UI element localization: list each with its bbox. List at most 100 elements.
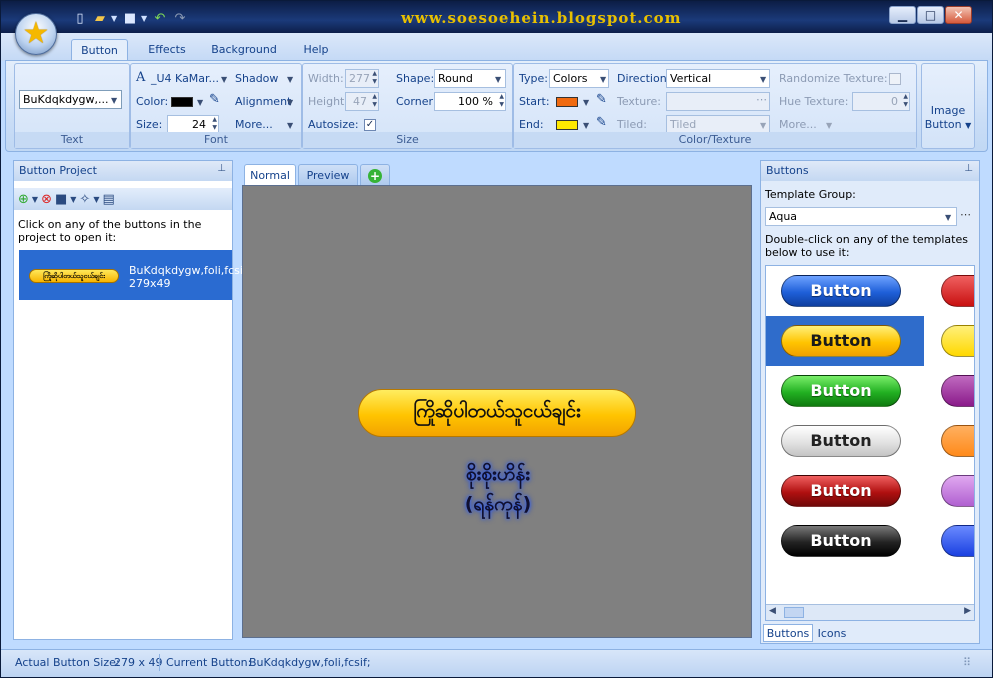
add-icon[interactable]: ⊕ xyxy=(18,192,29,207)
chevron-down-icon[interactable]: ▼ xyxy=(70,195,76,204)
save-icon[interactable]: ■ xyxy=(121,9,139,27)
type-value: Colors xyxy=(553,72,588,85)
tab-icons[interactable]: Icons xyxy=(815,625,849,642)
scroll-left-icon[interactable]: ◀ xyxy=(769,606,776,616)
autosize-checkbox[interactable]: ✓ xyxy=(364,119,376,131)
resize-grip-icon[interactable]: ⠿ xyxy=(963,656,971,669)
template-red[interactable]: Button xyxy=(781,475,901,507)
tab-effects[interactable]: Effects xyxy=(137,39,197,61)
close-button[interactable]: ✕ xyxy=(945,6,972,24)
font-color-swatch[interactable] xyxy=(171,97,193,107)
tab-button[interactable]: Button xyxy=(71,39,128,61)
start-color-swatch[interactable] xyxy=(556,97,578,107)
maximize-button[interactable]: □ xyxy=(917,6,944,24)
buttons-panel: Buttons ⊥ Template Group: Aqua ▼ ⋯ Double… xyxy=(760,160,980,644)
font-name-combo[interactable]: _U4 KaMar... xyxy=(151,72,219,85)
direction-combo[interactable]: Vertical xyxy=(666,69,770,88)
designed-button[interactable]: ကြိုဆိုပါတယ်သူငယ်ချင်း xyxy=(358,389,636,437)
template-green[interactable]: Button xyxy=(781,375,901,407)
scroll-right-icon[interactable]: ▶ xyxy=(964,606,971,616)
open-folder-icon[interactable]: ▰ xyxy=(91,9,109,27)
chevron-down-icon: ▼ xyxy=(760,75,767,84)
template-red-partial[interactable] xyxy=(941,275,974,307)
spinner-icon[interactable]: ▲ ▼ xyxy=(372,70,377,86)
color-texture-group-caption: Color/Texture xyxy=(514,132,916,148)
tab-background[interactable]: Background xyxy=(206,39,282,61)
chevron-down-icon: ▼ xyxy=(287,75,294,84)
new-file-icon[interactable]: ▯ xyxy=(71,9,89,27)
magic-wand-icon[interactable]: ✧ xyxy=(79,192,90,207)
spinner-icon[interactable]: ▲ ▼ xyxy=(499,93,504,109)
alignment-button[interactable]: Alignment xyxy=(235,95,291,108)
text-value-combo[interactable]: BuKdqkdygw,... xyxy=(19,90,122,109)
template-group-combo[interactable]: Aqua xyxy=(765,207,957,226)
corner-label: Corner: xyxy=(396,95,437,108)
spinner-icon[interactable]: ▲ ▼ xyxy=(903,93,908,109)
template-yellow[interactable]: Button xyxy=(781,325,901,357)
spinner-icon[interactable]: ▲ ▼ xyxy=(212,116,217,132)
template-royal-blue-partial[interactable] xyxy=(941,525,974,557)
template-black[interactable]: Button xyxy=(781,525,901,557)
ellipsis-icon[interactable]: ⋯ xyxy=(960,208,971,221)
randomize-texture-checkbox[interactable] xyxy=(889,73,901,85)
texture-input[interactable] xyxy=(666,92,770,111)
plus-icon: + xyxy=(368,169,382,183)
chevron-down-icon[interactable]: ▼ xyxy=(32,195,38,204)
open-dropdown-icon[interactable]: ▼ xyxy=(111,14,119,23)
corner-input[interactable]: 100 % ▲ ▼ xyxy=(434,92,506,111)
hue-texture-input[interactable]: 0 ▲ ▼ xyxy=(852,92,910,111)
template-blue[interactable]: Button xyxy=(781,275,901,307)
end-color-swatch[interactable] xyxy=(556,120,578,130)
width-input[interactable]: 277 ▲ ▼ xyxy=(345,69,379,88)
tab-help[interactable]: Help xyxy=(294,39,338,61)
tab-buttons[interactable]: Buttons xyxy=(763,624,813,642)
shape-label: Shape: xyxy=(396,72,435,85)
window-controls: ▁ □ ✕ xyxy=(889,6,972,24)
scrollbar-thumb[interactable] xyxy=(784,607,804,618)
template-violet-partial[interactable] xyxy=(941,475,974,507)
eyedropper-icon[interactable]: ✎ xyxy=(596,115,607,130)
tab-normal[interactable]: Normal xyxy=(244,164,296,185)
ellipsis-icon[interactable]: ⋯ xyxy=(756,93,767,106)
button-canvas[interactable]: ကြိုဆိုပါတယ်သူငယ်ချင်း စိုးစိုးဟိန်း (ရန… xyxy=(242,185,752,638)
project-list-item[interactable]: ကြိုဆိုပါတယ်သူငယ်ချင်း BuKdqkdygw,foli,f… xyxy=(19,250,251,300)
size-group: Width: 277 ▲ ▼ Shape: Round ▼ Height: 47 ▲ ▼… xyxy=(302,63,513,149)
minimize-button[interactable]: ▁ xyxy=(889,6,916,24)
color-texture-group: Type: Colors ▼ Start: ▼ ✎ End: ▼ ✎ Direc… xyxy=(513,63,917,149)
eyedropper-icon[interactable]: ✎ xyxy=(596,92,607,107)
pin-icon[interactable]: ⊥ xyxy=(217,163,226,174)
randomize-texture-label: Randomize Texture: xyxy=(779,72,888,85)
status-divider xyxy=(159,654,160,671)
image-button-sublabel: Button ▼ xyxy=(924,118,972,131)
app-menu-button[interactable]: ★ xyxy=(15,13,57,55)
add-tab-button[interactable]: + xyxy=(360,164,390,185)
template-orange-partial[interactable] xyxy=(941,425,974,457)
chevron-down-icon[interactable]: ▼ xyxy=(93,195,99,204)
type-label: Type: xyxy=(519,72,548,85)
color-more-button[interactable]: More... xyxy=(779,118,817,131)
template-silver[interactable]: Button xyxy=(781,425,901,457)
chevron-down-icon: ▼ xyxy=(945,213,952,222)
template-purple-partial[interactable] xyxy=(941,375,974,407)
chevron-down-icon: ▼ xyxy=(495,75,502,84)
font-more-button[interactable]: More... xyxy=(235,118,273,131)
save-dropdown-icon[interactable]: ▼ xyxy=(141,14,149,23)
properties-icon[interactable]: ▤ xyxy=(102,192,114,207)
project-instruction: Click on any of the buttons in the proje… xyxy=(18,218,202,244)
undo-icon[interactable]: ↶ xyxy=(151,9,169,27)
height-input[interactable]: 47 ▲ ▼ xyxy=(345,92,379,111)
template-yellow-partial[interactable] xyxy=(941,325,974,357)
delete-icon[interactable]: ⊗ xyxy=(41,192,52,207)
image-button-group[interactable]: Image Button ▼ xyxy=(921,63,975,149)
pin-icon[interactable]: ⊥ xyxy=(964,163,973,174)
spinner-icon[interactable]: ▲ ▼ xyxy=(372,93,377,109)
eyedropper-icon[interactable]: ✎ xyxy=(209,92,220,107)
tab-preview[interactable]: Preview xyxy=(298,164,358,185)
chevron-down-icon: ▼ xyxy=(111,96,118,105)
save-icon[interactable]: ■ xyxy=(55,192,67,207)
shadow-button[interactable]: Shadow xyxy=(235,72,278,85)
horizontal-scrollbar[interactable]: ◀ ▶ xyxy=(766,604,974,620)
redo-icon[interactable]: ↷ xyxy=(171,9,189,27)
credit-text-line2: (ရန်ကုန်) xyxy=(464,493,532,515)
project-toolbar: ⊕ ▼ ⊗ ■ ▼ ✧ ▼ ▤ xyxy=(14,188,232,210)
